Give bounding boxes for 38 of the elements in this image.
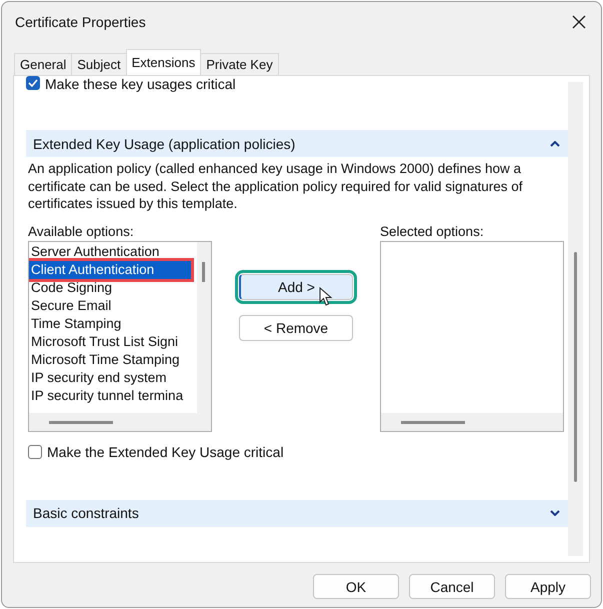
window-title: Certificate Properties bbox=[15, 14, 146, 30]
chevron-up-icon bbox=[550, 140, 560, 146]
checkbox[interactable] bbox=[28, 444, 42, 458]
button[interactable]: OK bbox=[313, 574, 399, 599]
tab[interactable]: General bbox=[14, 53, 72, 75]
description-text: An application policy (called enhanced key usage in Windows 2000) defines how a certificate can be used. Select the application policy required for valid signatures of certificates issued by this template. bbox=[28, 160, 524, 212]
list-item[interactable]: Microsoft Trust List Signi bbox=[29, 332, 189, 350]
tab[interactable]: Subject bbox=[71, 53, 127, 75]
button[interactable]: Apply bbox=[505, 574, 591, 599]
list-item[interactable]: Secure Email bbox=[29, 296, 189, 314]
chevron-down-icon bbox=[550, 510, 560, 516]
section-header[interactable]: Basic constraints bbox=[26, 500, 568, 526]
list-item[interactable]: IP security end system bbox=[29, 368, 189, 386]
section-header[interactable]: Extended Key Usage (application policies) bbox=[26, 130, 568, 157]
scrollbar-thumb[interactable] bbox=[202, 262, 205, 282]
list-item[interactable]: Server Authentication bbox=[29, 242, 189, 260]
list-label: Available options: bbox=[28, 224, 135, 240]
section-title: Extended Key Usage (application policies) bbox=[33, 136, 296, 152]
list-item[interactable]: Code Signing bbox=[29, 278, 189, 296]
check-icon bbox=[28, 79, 38, 87]
checkbox-label: Make these key usages critical bbox=[45, 76, 236, 92]
button[interactable]: Cancel bbox=[409, 574, 495, 599]
scrollbar-thumb[interactable] bbox=[574, 252, 577, 482]
close-icon bbox=[572, 15, 586, 29]
cursor-icon bbox=[319, 286, 333, 306]
section-title: Basic constraints bbox=[33, 505, 139, 521]
tab[interactable]: Private Key bbox=[200, 53, 279, 75]
list-item[interactable]: IP security tunnel termina bbox=[29, 386, 189, 404]
scrollbar-thumb[interactable] bbox=[49, 420, 113, 424]
list-item[interactable]: Microsoft Time Stamping bbox=[29, 350, 189, 368]
button[interactable]: < Remove bbox=[239, 314, 353, 340]
checkbox-label: Make the Extended Key Usage critical bbox=[47, 444, 284, 460]
scrollbar-thumb[interactable] bbox=[401, 420, 465, 424]
tab[interactable]: Extensions bbox=[126, 49, 202, 75]
list-item[interactable]: Time Stamping bbox=[29, 314, 189, 332]
list-item[interactable]: Client Authentication bbox=[29, 260, 191, 278]
list-label: Selected options: bbox=[380, 224, 485, 240]
checkbox[interactable] bbox=[26, 76, 40, 90]
